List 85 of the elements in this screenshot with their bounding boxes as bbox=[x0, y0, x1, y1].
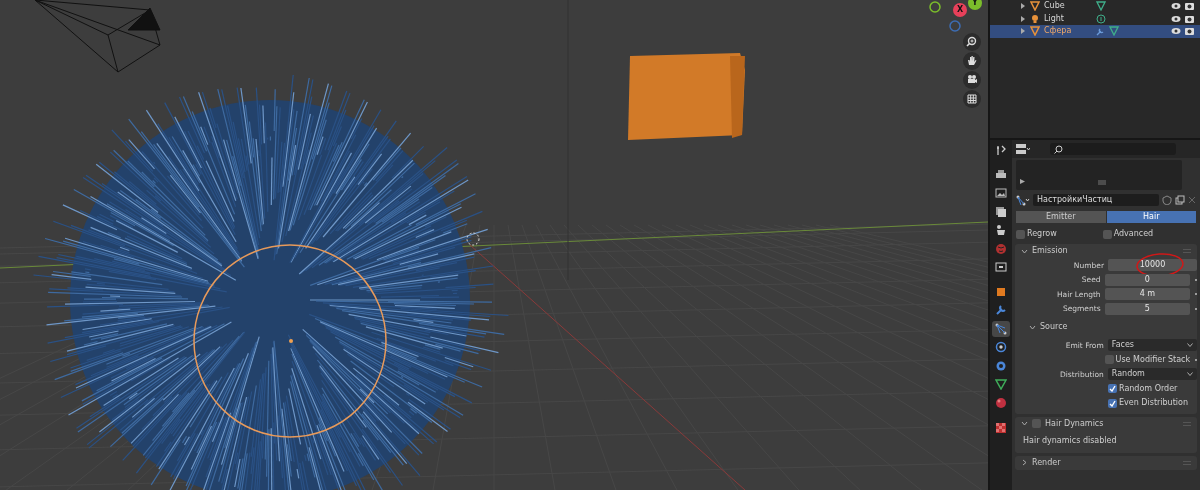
checker-icon bbox=[995, 422, 1007, 435]
checkbox-label: Regrow bbox=[1027, 228, 1057, 240]
panel-title[interactable]: Hair Dynamics bbox=[1045, 417, 1104, 430]
camera-icon[interactable] bbox=[1185, 2, 1194, 11]
grid-icon[interactable] bbox=[966, 93, 978, 105]
triangle-icon bbox=[995, 378, 1007, 391]
properties-tab[interactable] bbox=[992, 376, 1010, 393]
drag-handle-icon[interactable] bbox=[1183, 460, 1191, 465]
lightbulb-icon bbox=[1030, 13, 1040, 24]
square-icon bbox=[995, 285, 1007, 298]
resize-handle-icon bbox=[1098, 180, 1106, 185]
status-message: Hair dynamics disabled bbox=[1022, 434, 1118, 447]
cursor-icon bbox=[466, 232, 480, 246]
settings-name-field[interactable]: НастройкиЧастиц bbox=[1033, 194, 1159, 206]
layers-icon bbox=[995, 205, 1007, 218]
checkbox[interactable] bbox=[1016, 229, 1025, 239]
axis-dot bbox=[929, 1, 941, 13]
number-field[interactable]: 0 bbox=[1104, 273, 1191, 286]
shield-icon[interactable] bbox=[1162, 195, 1172, 205]
camera-icon[interactable] bbox=[1185, 27, 1194, 36]
editor-type-icon[interactable] bbox=[1016, 144, 1030, 154]
panel-title[interactable]: Render bbox=[1032, 456, 1061, 469]
type-toggle[interactable]: Hair bbox=[1106, 211, 1196, 223]
chevron-down-icon[interactable] bbox=[1021, 420, 1028, 427]
axis-x-handle[interactable]: X bbox=[953, 3, 967, 17]
search-icon bbox=[1054, 144, 1063, 154]
globe-icon bbox=[995, 242, 1007, 255]
zoom-icon[interactable] bbox=[966, 36, 978, 48]
object-name[interactable]: Сфера bbox=[1044, 25, 1092, 38]
number-field[interactable]: 10000 bbox=[1108, 259, 1197, 272]
play-icon bbox=[1020, 179, 1025, 184]
caret-icon bbox=[1187, 372, 1193, 377]
sphere-icon bbox=[995, 396, 1007, 409]
chevron-down-icon[interactable] bbox=[1021, 247, 1028, 255]
outliner-row[interactable]: Light bbox=[990, 12, 1200, 25]
chevron-down-icon[interactable] bbox=[1029, 323, 1036, 331]
eye-icon[interactable] bbox=[1171, 27, 1181, 36]
search-field[interactable] bbox=[1050, 143, 1176, 155]
camera-icon[interactable] bbox=[1185, 14, 1194, 23]
dropdown[interactable]: Faces bbox=[1107, 339, 1197, 352]
particles-icon bbox=[995, 322, 1007, 335]
image-stack-icon bbox=[995, 187, 1007, 200]
data-icon bbox=[1096, 13, 1106, 24]
checkbox[interactable] bbox=[1032, 419, 1041, 428]
wrench-icon bbox=[995, 304, 1007, 317]
particles-icon[interactable] bbox=[1016, 194, 1030, 206]
origin-dot bbox=[289, 339, 293, 343]
data-icon bbox=[1109, 26, 1119, 37]
checkbox-label: Advanced bbox=[1113, 228, 1154, 240]
checkbox-label: Even Distribution bbox=[1119, 397, 1188, 410]
object-name[interactable]: Cube bbox=[1044, 0, 1092, 13]
data-icon bbox=[1096, 1, 1106, 12]
number-field[interactable]: 4 m bbox=[1104, 288, 1191, 301]
chevron-right-icon[interactable] bbox=[1021, 459, 1028, 466]
checkbox[interactable] bbox=[1102, 229, 1112, 239]
mesh-icon bbox=[1030, 1, 1040, 12]
dropdown[interactable]: Random bbox=[1107, 368, 1197, 381]
caret-icon bbox=[1187, 343, 1193, 348]
axis-dot bbox=[949, 20, 961, 32]
scene-icon bbox=[995, 224, 1007, 237]
subpanel-title[interactable]: Source bbox=[1040, 321, 1068, 333]
checkbox[interactable] bbox=[1104, 355, 1114, 365]
type-toggle[interactable]: Emitter bbox=[1016, 211, 1106, 223]
hand-icon[interactable] bbox=[966, 55, 978, 67]
panel-title[interactable]: Emission bbox=[1032, 245, 1068, 257]
checkbox-label: Use Modifier Stack bbox=[1115, 353, 1191, 366]
properties-tab[interactable] bbox=[992, 320, 1010, 337]
eye-icon[interactable] bbox=[1171, 14, 1181, 23]
mesh-icon bbox=[1030, 26, 1040, 37]
outliner-row[interactable]: Cube bbox=[990, 0, 1200, 13]
copy-icon[interactable] bbox=[1175, 195, 1185, 205]
checkbox-label: Random Order bbox=[1119, 382, 1178, 395]
tool-icon bbox=[995, 144, 1007, 157]
checkbox[interactable] bbox=[1108, 398, 1117, 408]
box-icon bbox=[995, 261, 1007, 274]
video-camera-icon[interactable] bbox=[966, 74, 978, 86]
checkbox[interactable] bbox=[1108, 384, 1117, 394]
number-field[interactable]: 5 bbox=[1104, 302, 1191, 315]
drag-handle-icon[interactable] bbox=[1183, 421, 1191, 426]
axis-y-handle[interactable]: Y bbox=[968, 0, 982, 10]
orbit-icon bbox=[995, 341, 1007, 354]
outliner-row[interactable]: Сфера bbox=[990, 25, 1200, 38]
object-name[interactable]: Light bbox=[1044, 12, 1092, 25]
printer-icon bbox=[995, 168, 1007, 181]
eye-icon[interactable] bbox=[1171, 2, 1181, 11]
